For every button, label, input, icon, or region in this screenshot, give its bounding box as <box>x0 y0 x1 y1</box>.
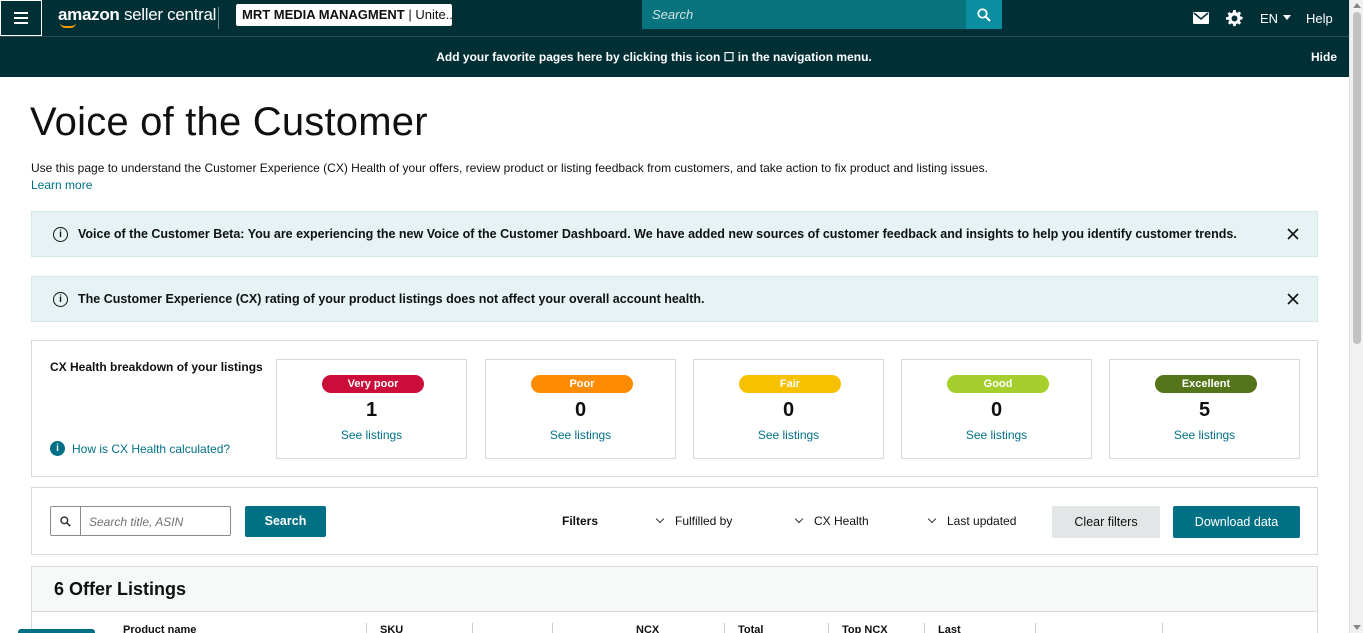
favorites-bar: Add your favorite pages here by clicking… <box>0 36 1349 77</box>
cx-card-excellent: Excellent 5 See listings <box>1109 359 1300 459</box>
cx-card-fair: Fair 0 See listings <box>693 359 884 459</box>
cx-count: 5 <box>1198 399 1211 421</box>
favorites-message: Add your favorite pages here by clicking… <box>436 50 872 64</box>
caret-down-icon <box>1283 15 1292 20</box>
info-icon: i <box>50 441 65 456</box>
language-selector[interactable]: EN <box>1260 0 1292 36</box>
cx-health-label: CX Health breakdown of your listings <box>50 360 263 374</box>
info-icon: i <box>53 227 68 242</box>
scroll-up-icon[interactable] <box>1353 3 1361 8</box>
dropdown-label: CX Health <box>814 514 869 528</box>
cx-badge: Good <box>947 375 1049 393</box>
cx-badge: Fair <box>739 375 841 393</box>
listing-search-input[interactable]: Search title, ASIN <box>50 506 231 536</box>
cx-help-text: How is CX Health calculated? <box>72 441 231 456</box>
cx-rating-alert: i The Customer Experience (CX) rating of… <box>31 276 1318 322</box>
column-ncx[interactable]: NCX <box>636 624 659 633</box>
column-divider <box>1035 623 1036 633</box>
clear-filters-button[interactable]: Clear filters <box>1052 506 1160 538</box>
column-last[interactable]: Last <box>938 624 961 633</box>
hide-favorites-button[interactable]: Hide <box>1311 50 1337 64</box>
info-icon: i <box>53 292 68 307</box>
close-icon[interactable] <box>1285 226 1301 242</box>
cx-count: 0 <box>574 399 587 421</box>
dropdown-label: Fulfilled by <box>675 514 733 528</box>
column-top-ncx[interactable]: Top NCX <box>842 624 888 633</box>
last-updated-dropdown[interactable]: Last updated <box>927 514 1017 528</box>
scroll-down-icon[interactable] <box>1353 625 1361 630</box>
logo-rest: seller central <box>123 5 217 24</box>
see-listings-link[interactable]: See listings <box>694 428 883 442</box>
filters-label: Filters <box>562 514 599 528</box>
page-intro: Use this page to understand the Customer… <box>31 161 988 175</box>
column-divider <box>472 623 473 633</box>
nav-search-input[interactable]: Search <box>642 0 966 29</box>
cx-health-dropdown[interactable]: CX Health <box>794 514 869 528</box>
cx-card-poor: Poor 0 See listings <box>485 359 676 459</box>
cx-count: 1 <box>365 399 378 421</box>
fulfilled-by-dropdown[interactable]: Fulfilled by <box>655 514 733 528</box>
cx-badge: Excellent <box>1155 375 1257 393</box>
download-data-button[interactable]: Download data <box>1173 506 1300 538</box>
column-divider <box>828 623 829 633</box>
cx-card-very-poor: Very poor 1 See listings <box>276 359 467 459</box>
column-divider <box>552 623 553 633</box>
filter-panel: Search title, ASIN Search Filters Fulfil… <box>31 487 1318 555</box>
chevron-down-icon <box>655 514 665 524</box>
alert-text: The Customer Experience (CX) rating of y… <box>78 292 705 306</box>
page-scrollbar[interactable] <box>1349 0 1363 633</box>
cx-count: 0 <box>782 399 795 421</box>
scroll-thumb[interactable] <box>1353 12 1361 344</box>
column-total[interactable]: Total <box>738 624 763 633</box>
search-placeholder: Search title, ASIN <box>89 515 184 529</box>
column-product-name[interactable]: Product name <box>123 624 196 633</box>
beta-alert: i Voice of the Customer Beta: You are ex… <box>31 211 1318 257</box>
column-sku[interactable]: SKU <box>380 624 403 633</box>
account-region: | Unite... <box>408 7 452 22</box>
search-icon <box>977 7 991 22</box>
seller-central-logo[interactable]: amazon seller central <box>58 5 216 25</box>
language-label: EN <box>1260 10 1279 26</box>
chevron-down-icon <box>927 514 937 524</box>
see-listings-link[interactable]: See listings <box>1110 428 1299 442</box>
nav-search-button[interactable] <box>966 0 1002 29</box>
listings-header: 6 Offer Listings <box>32 567 1317 612</box>
nav-divider <box>218 7 219 29</box>
cx-help-link[interactable]: i How is CX Health calculated? <box>50 441 230 456</box>
logo-brand: amazon <box>58 5 120 24</box>
help-link[interactable]: Help <box>1306 0 1333 36</box>
account-switcher[interactable]: MRT MEDIA MANAGMENT | Unite... <box>236 4 452 26</box>
menu-icon[interactable] <box>0 0 42 36</box>
column-divider <box>724 623 725 633</box>
feedback-tab[interactable] <box>18 629 95 633</box>
search-icon <box>51 507 81 535</box>
listings-title: 6 Offer Listings <box>54 579 187 599</box>
cx-count: 0 <box>990 399 1003 421</box>
see-listings-link[interactable]: See listings <box>486 428 675 442</box>
learn-more-link[interactable]: Learn more <box>31 178 92 192</box>
settings-gear-icon[interactable] <box>1226 0 1243 36</box>
page-title: Voice of the Customer <box>30 100 428 144</box>
close-icon[interactable] <box>1285 291 1301 307</box>
dropdown-label: Last updated <box>947 514 1017 528</box>
cx-card-good: Good 0 See listings <box>901 359 1092 459</box>
column-divider <box>1162 623 1163 633</box>
column-divider <box>366 623 367 633</box>
cx-health-panel: CX Health breakdown of your listings i H… <box>31 340 1318 477</box>
cx-badge: Poor <box>531 375 633 393</box>
search-button[interactable]: Search <box>245 506 326 537</box>
mail-icon[interactable] <box>1193 0 1209 36</box>
chevron-down-icon <box>794 514 804 524</box>
cx-badge: Very poor <box>322 375 424 393</box>
logo-smile-icon <box>60 23 76 28</box>
alert-text: Voice of the Customer Beta: You are expe… <box>78 227 1237 241</box>
account-name: MRT MEDIA MANAGMENT <box>242 7 405 22</box>
top-nav: amazon seller central MRT MEDIA MANAGMEN… <box>0 0 1349 36</box>
see-listings-link[interactable]: See listings <box>277 428 466 442</box>
see-listings-link[interactable]: See listings <box>902 428 1091 442</box>
offer-listings-panel: 6 Offer Listings Product name SKU NCX To… <box>31 566 1318 633</box>
column-divider <box>924 623 925 633</box>
